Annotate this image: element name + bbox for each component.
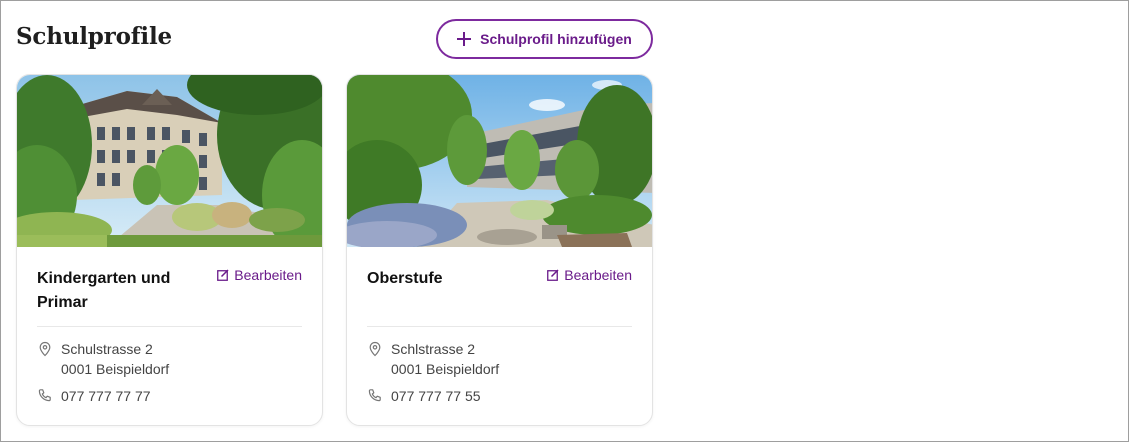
- app-frame: Schulprofile Schulprofil hinzufügen Kind…: [0, 0, 1129, 442]
- address-row: Schlstrasse 2 0001 Beispieldorf: [367, 339, 499, 379]
- school-profile-card: Oberstufe Bearbeiten Schlstrasse 2 0001 …: [346, 74, 653, 426]
- divider: [37, 326, 302, 327]
- add-button-label: Schulprofil hinzufügen: [480, 31, 632, 47]
- phone-number: 077 777 77 77: [61, 388, 151, 404]
- address-line-1: Schlstrasse 2: [391, 341, 476, 357]
- card-title: Oberstufe: [367, 270, 443, 287]
- edit-icon: [547, 269, 559, 281]
- divider: [367, 326, 632, 327]
- phone-row: 077 777 77 77: [37, 386, 151, 406]
- card-title: Kindergarten und Primar: [37, 270, 171, 311]
- page-title: Schulprofile: [16, 23, 172, 50]
- phone-row: 077 777 77 55: [367, 386, 481, 406]
- page-header: Schulprofile Schulprofil hinzufügen: [16, 19, 653, 59]
- edit-label: Bearbeiten: [564, 267, 632, 283]
- edit-label: Bearbeiten: [234, 267, 302, 283]
- school-photo-oberstufe: [347, 75, 652, 247]
- plus-icon: [457, 32, 472, 46]
- phone-number: 077 777 77 55: [391, 388, 481, 404]
- phone-icon: [38, 389, 51, 402]
- map-pin-icon: [369, 341, 381, 357]
- edit-link[interactable]: Bearbeiten: [547, 267, 632, 283]
- school-profile-card: Kindergarten und Primar Bearbeiten Schul…: [16, 74, 323, 426]
- edit-icon: [217, 269, 229, 281]
- add-school-profile-button[interactable]: Schulprofil hinzufügen: [436, 19, 653, 59]
- school-photo-kindergarten: [17, 75, 322, 247]
- address-line-2: 0001 Beispieldorf: [391, 361, 500, 377]
- phone-icon: [368, 389, 381, 402]
- address-line-1: Schulstrasse 2: [61, 341, 153, 357]
- edit-link[interactable]: Bearbeiten: [217, 267, 302, 283]
- address-line-2: 0001 Beispieldorf: [61, 361, 170, 377]
- address-row: Schulstrasse 2 0001 Beispieldorf: [37, 339, 169, 379]
- map-pin-icon: [39, 341, 51, 357]
